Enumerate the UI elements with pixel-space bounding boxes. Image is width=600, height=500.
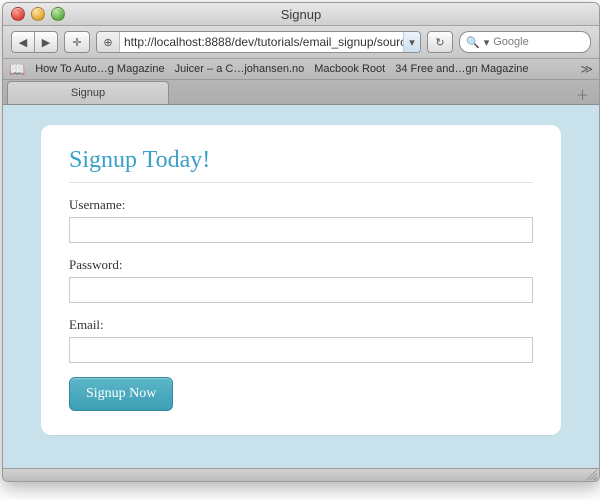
email-label: Email: xyxy=(69,317,533,333)
bookmarks-menu-icon[interactable]: 📖 xyxy=(9,63,25,76)
email-input[interactable] xyxy=(69,337,533,363)
back-icon: ◀ xyxy=(19,36,27,49)
browser-window: Signup ◀ ▶ ✛ ⊕ http://localhost:8888/dev… xyxy=(2,2,600,482)
page-viewport: Signup Today! Username: Password: Email:… xyxy=(3,105,599,468)
back-button[interactable]: ◀ xyxy=(12,32,34,52)
site-info-button[interactable]: ⊕ xyxy=(97,32,120,52)
search-placeholder: Google xyxy=(493,36,528,48)
password-label: Password: xyxy=(69,257,533,273)
chevron-down-icon: ▾ xyxy=(409,36,415,49)
reload-icon: ↻ xyxy=(435,36,444,49)
add-bookmark-button[interactable]: ✛ xyxy=(64,31,90,53)
signup-submit-button[interactable]: Signup Now xyxy=(69,377,173,411)
nav-back-forward: ◀ ▶ xyxy=(11,31,58,53)
bookmarks-bar: 📖 How To Auto…g Magazine Juicer – a C…jo… xyxy=(3,59,599,80)
toolbar: ◀ ▶ ✛ ⊕ http://localhost:8888/dev/tutori… xyxy=(3,26,599,59)
search-dropdown-icon: ▾ xyxy=(484,36,490,49)
bookmarks-overflow-button[interactable]: ≫ xyxy=(580,62,593,76)
forward-button[interactable]: ▶ xyxy=(34,32,57,52)
bookmark-item[interactable]: How To Auto…g Magazine xyxy=(35,63,164,75)
signup-card: Signup Today! Username: Password: Email:… xyxy=(41,125,561,435)
globe-icon: ⊕ xyxy=(103,36,112,49)
forward-icon: ▶ xyxy=(42,36,50,49)
status-bar xyxy=(3,468,599,481)
bookmark-item[interactable]: Juicer – a C…johansen.no xyxy=(175,63,305,75)
reload-button[interactable]: ↻ xyxy=(427,31,453,53)
tab-label: Signup xyxy=(71,87,105,99)
address-bar-text: http://localhost:8888/dev/tutorials/emai… xyxy=(120,35,403,49)
plus-icon: ✛ xyxy=(72,36,81,49)
window-title: Signup xyxy=(3,7,599,22)
titlebar: Signup xyxy=(3,3,599,26)
page-heading: Signup Today! xyxy=(69,147,533,174)
tab-active[interactable]: Signup xyxy=(7,81,169,104)
username-input[interactable] xyxy=(69,217,533,243)
search-icon: 🔍 xyxy=(466,36,480,49)
divider xyxy=(69,182,533,183)
window-controls xyxy=(11,7,65,21)
address-bar[interactable]: ⊕ http://localhost:8888/dev/tutorials/em… xyxy=(96,31,421,53)
bookmark-item[interactable]: 34 Free and…gn Magazine xyxy=(395,63,528,75)
bookmark-item[interactable]: Macbook Root xyxy=(314,63,385,75)
close-window-button[interactable] xyxy=(11,7,25,21)
resize-grip[interactable] xyxy=(585,468,597,480)
address-history-dropdown[interactable]: ▾ xyxy=(403,32,420,52)
zoom-window-button[interactable] xyxy=(51,7,65,21)
signup-submit-label: Signup Now xyxy=(86,386,156,402)
search-field[interactable]: 🔍 ▾ Google xyxy=(459,31,591,53)
password-input[interactable] xyxy=(69,277,533,303)
minimize-window-button[interactable] xyxy=(31,7,45,21)
username-label: Username: xyxy=(69,197,533,213)
tab-strip: Signup ＋ xyxy=(3,80,599,105)
new-tab-button[interactable]: ＋ xyxy=(570,85,595,104)
